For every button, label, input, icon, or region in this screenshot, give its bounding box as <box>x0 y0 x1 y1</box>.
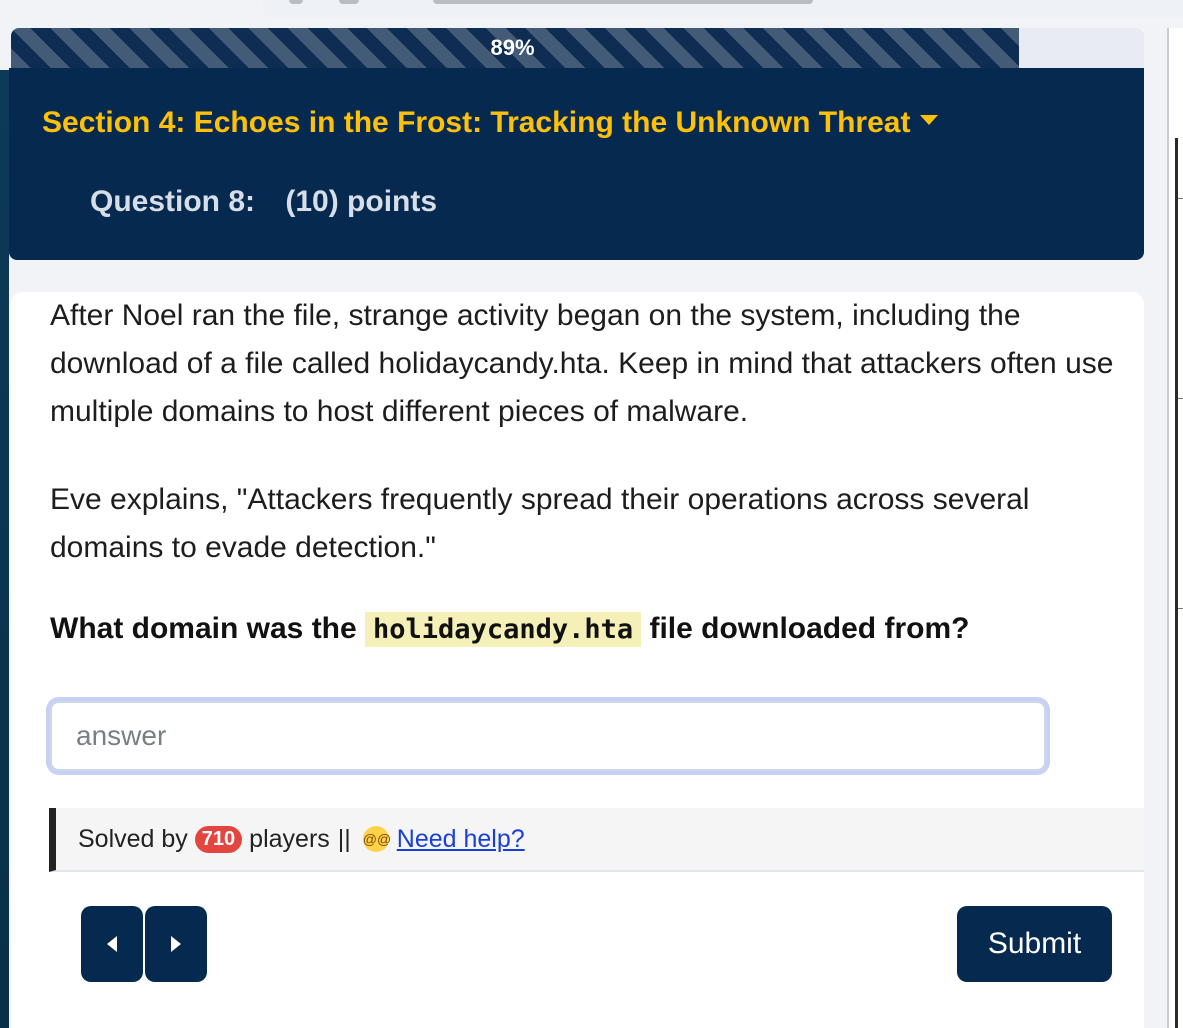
progress-bar: 89% <box>11 28 1144 68</box>
prompt-text-after: file downloaded from? <box>641 612 970 645</box>
window-divider <box>1167 28 1169 1028</box>
previous-question-button[interactable] <box>81 906 143 982</box>
question-prompt: What domain was the holidaycandy.hta fil… <box>50 612 970 647</box>
need-help-link[interactable]: Need help? <box>397 825 525 854</box>
caret-right-icon <box>171 936 181 952</box>
browser-address-bar-fragment <box>263 0 1183 18</box>
question-points: (10) points <box>285 185 438 218</box>
question-body: After Noel ran the file, strange activit… <box>11 292 1144 1028</box>
progress-label: 89% <box>490 35 535 60</box>
solved-info: Solved by 710 players || @@ Need help? <box>49 808 1144 872</box>
answer-input[interactable] <box>50 701 1046 771</box>
solve-count-badge: 710 <box>194 825 243 853</box>
divider-tick <box>1178 608 1183 609</box>
section-title: Section 4: Echoes in the Frost: Tracking… <box>42 106 911 139</box>
separator: || <box>337 824 351 853</box>
prompt-text-before: What domain was the <box>50 612 366 645</box>
submit-button[interactable]: Submit <box>957 906 1112 982</box>
left-window-edge <box>0 70 9 1028</box>
caret-left-icon <box>107 936 117 952</box>
divider-tick <box>1178 398 1183 399</box>
next-question-button[interactable] <box>145 906 207 982</box>
question-info: Question 8: (10) points <box>90 185 437 219</box>
hint-quote: Eve explains, "Attackers frequently spre… <box>50 483 1030 564</box>
question-description: After Noel ran the file, strange activit… <box>50 299 1114 428</box>
solved-prefix: Solved by <box>78 824 188 853</box>
inline-code-filename: holidaycandy.hta <box>365 612 642 647</box>
section-dropdown[interactable]: Section 4: Echoes in the Frost: Tracking… <box>42 106 939 140</box>
tab-icon-fragment <box>289 0 303 4</box>
dizzy-face-emoji-icon: @@ <box>362 826 391 852</box>
solved-suffix: players <box>249 824 330 853</box>
tab-icon-fragment <box>339 0 359 4</box>
window-divider <box>1175 138 1178 1028</box>
divider-tick <box>1178 198 1183 199</box>
url-text-fragment <box>433 0 813 4</box>
question-header: Section 4: Echoes in the Frost: Tracking… <box>9 68 1144 260</box>
right-window-edge <box>1167 28 1183 1028</box>
caret-down-icon <box>920 115 939 126</box>
question-number: Question 8: <box>90 185 256 218</box>
